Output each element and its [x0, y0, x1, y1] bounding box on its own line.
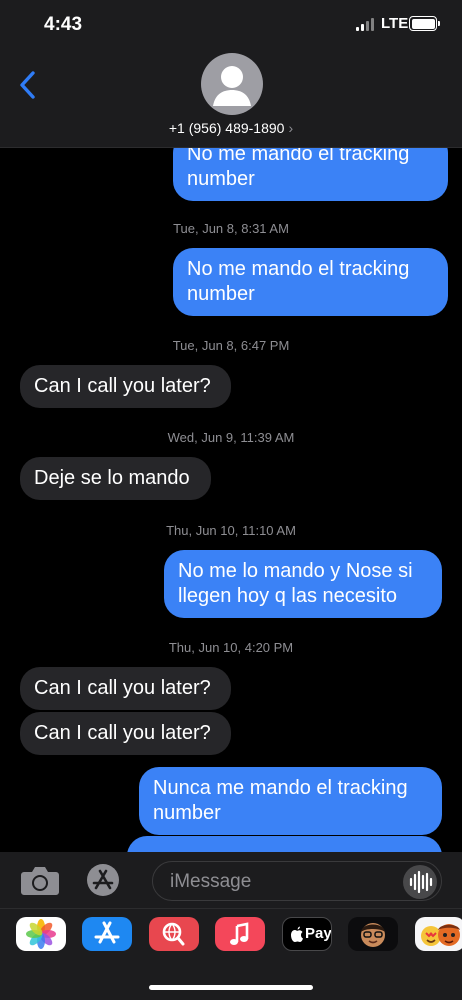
imessage-input[interactable]: iMessage	[152, 861, 442, 901]
chevron-left-icon	[20, 71, 35, 99]
web-search-app-button[interactable]	[149, 917, 199, 951]
message-input-bar: iMessage	[0, 852, 462, 908]
waveform-icon	[409, 870, 433, 894]
battery-icon	[409, 16, 440, 31]
person-icon	[213, 66, 251, 106]
apple-pay-label: Pay	[305, 925, 332, 942]
message-timestamp: Thu, Jun 10, 11:10 AM	[166, 523, 296, 538]
memoji-app-button[interactable]	[348, 917, 398, 951]
message-bubble-received[interactable]: Can I call you later?	[20, 365, 231, 408]
message-thread[interactable]: No me mando el tracking number Tue, Jun …	[0, 148, 462, 852]
animoji-app-button[interactable]	[415, 917, 462, 951]
message-bubble-sent[interactable]: No me mando el tracking number	[173, 248, 448, 316]
contact-number: +1 (956) 489-1890	[168, 120, 285, 136]
photos-icon	[26, 919, 56, 949]
back-button[interactable]	[14, 68, 44, 102]
cellular-signal-icon	[356, 17, 376, 31]
contact-name-row[interactable]: +1 (956) 489-1890 ›	[0, 120, 462, 136]
message-timestamp: Tue, Jun 8, 6:47 PM	[172, 338, 290, 353]
app-drawer: Pay	[0, 908, 462, 1000]
message-bubble-sent[interactable]: Nunca me mando el tracking number	[139, 767, 442, 835]
message-timestamp: Thu, Jun 10, 4:20 PM	[168, 640, 294, 655]
music-app-button[interactable]	[215, 917, 265, 951]
photos-app-button[interactable]	[16, 917, 66, 951]
web-search-icon	[162, 922, 185, 946]
message-timestamp: Wed, Jun 9, 11:39 AM	[167, 430, 295, 445]
animoji-icon	[421, 924, 460, 946]
contact-avatar[interactable]	[201, 53, 263, 115]
status-bar: 4:43 LTE	[0, 0, 462, 50]
app-store-button[interactable]	[86, 863, 120, 897]
memoji-icon	[361, 923, 385, 947]
audio-record-button[interactable]	[403, 865, 437, 899]
apple-pay-app-button[interactable]: Pay	[282, 917, 332, 951]
chevron-right-icon: ›	[288, 120, 294, 136]
music-icon	[230, 922, 249, 945]
message-bubble-partial[interactable]	[127, 836, 442, 852]
message-bubble-received[interactable]: Can I call you later?	[20, 712, 231, 755]
camera-button[interactable]	[20, 864, 60, 896]
message-bubble-received[interactable]: Deje se lo mando	[20, 457, 211, 500]
home-indicator[interactable]	[149, 985, 313, 990]
status-time: 4:43	[44, 14, 83, 35]
message-bubble-sent[interactable]: No me lo mando y Nose si llegen hoy q la…	[164, 550, 442, 618]
message-bubble-received[interactable]: Can I call you later?	[20, 667, 231, 710]
conversation-header: +1 (956) 489-1890 ›	[0, 50, 462, 148]
network-type: LTE	[381, 15, 409, 32]
app-store-icon	[94, 921, 120, 944]
message-timestamp: Tue, Jun 8, 8:31 AM	[173, 221, 289, 236]
camera-icon	[21, 867, 59, 895]
app-store-app-button[interactable]	[82, 917, 132, 951]
app-store-icon	[87, 864, 119, 896]
message-bubble-sent[interactable]: No me mando el tracking number	[173, 148, 448, 201]
